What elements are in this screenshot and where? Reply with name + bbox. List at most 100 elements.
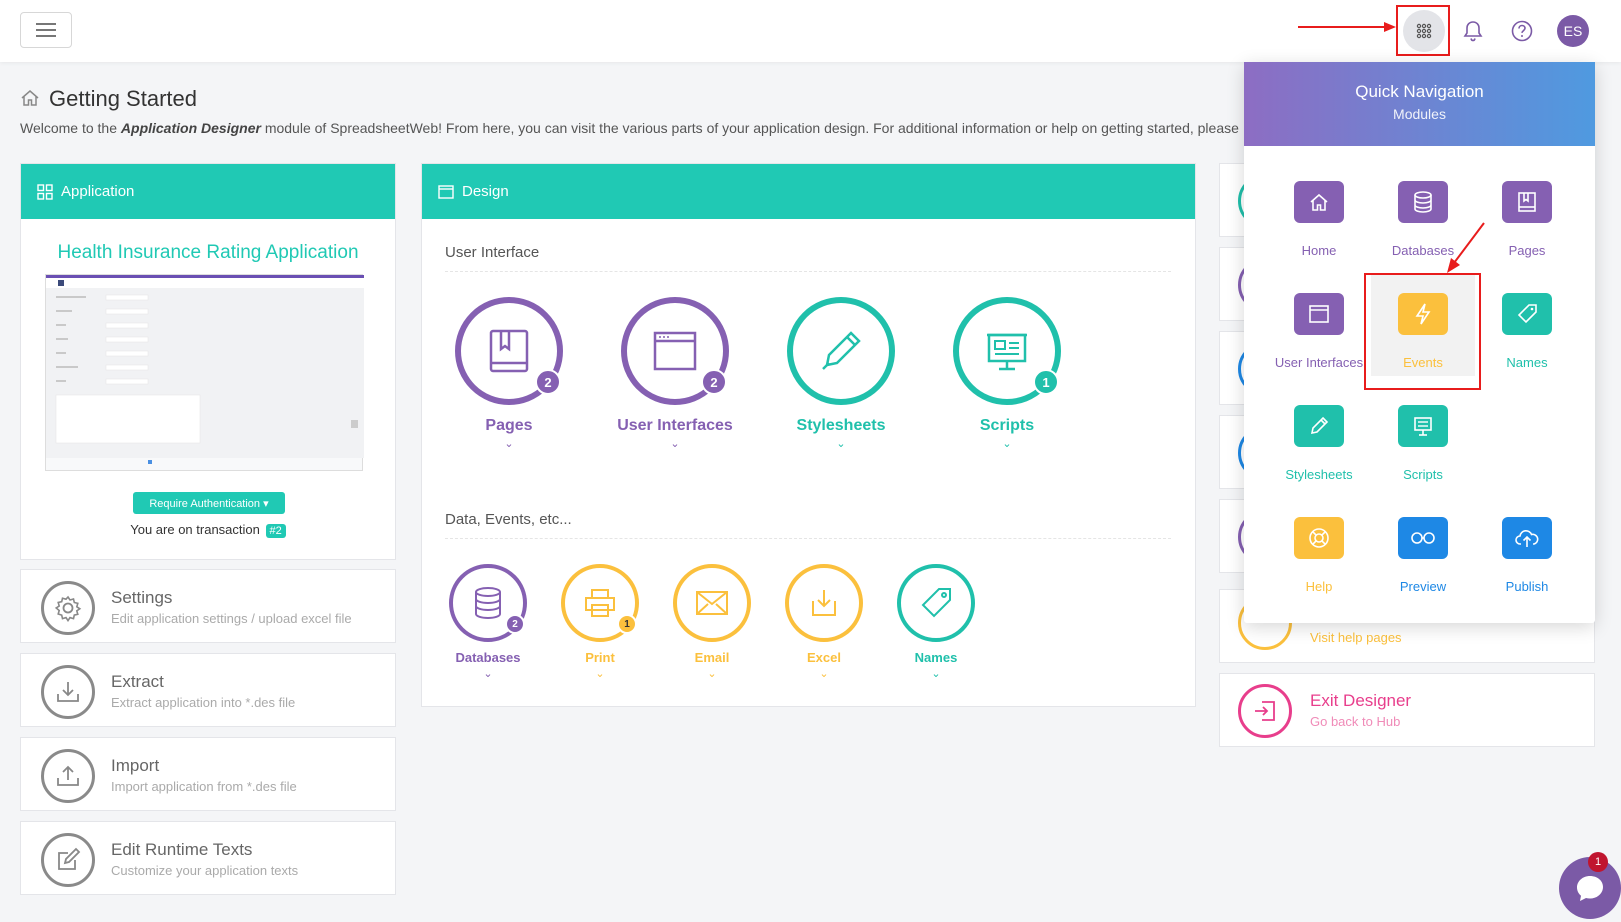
download-tray-icon: [812, 590, 836, 616]
sign-in-icon: [1255, 701, 1275, 721]
qn-preview[interactable]: Preview: [1371, 517, 1475, 594]
qn-home[interactable]: Home: [1267, 181, 1371, 258]
names-label: Names: [914, 650, 958, 665]
database-icon: [475, 587, 501, 620]
stylesheets-circle: [787, 297, 895, 405]
application-card-header: Application: [21, 164, 395, 219]
settings-title: Settings: [111, 588, 173, 607]
quick-navigation-subtitle: Modules: [1393, 106, 1446, 122]
chevron-down-icon[interactable]: ⌄: [433, 667, 543, 680]
qn-pages-label: Pages: [1508, 243, 1546, 258]
exit-designer-subtitle: Go back to Hub: [1310, 714, 1401, 729]
pages-circle: 2: [455, 297, 563, 405]
chevron-down-icon[interactable]: ⌄: [766, 437, 916, 450]
qn-stylesheets[interactable]: Stylesheets: [1267, 405, 1371, 482]
edit-runtime-texts-title: Edit Runtime Texts: [111, 840, 253, 859]
settings-card[interactable]: Settings Edit application settings / upl…: [20, 569, 396, 643]
chat-notification-badge: 1: [1588, 852, 1608, 872]
edit-runtime-texts-subtitle: Customize your application texts: [111, 863, 299, 878]
page-description: Welcome to the Application Designer modu…: [20, 120, 1239, 136]
user-interfaces-label: User Interfaces: [617, 417, 733, 434]
import-card[interactable]: Import Import application from *.des fil…: [20, 737, 396, 811]
scripts-circle: 1: [953, 297, 1061, 405]
envelope-icon: [696, 591, 728, 615]
upload-tray-icon: [57, 765, 79, 786]
chevron-down-icon[interactable]: ⌄: [769, 667, 879, 680]
import-title: Import: [111, 756, 160, 775]
exit-designer-card[interactable]: Exit Designer Go back to Hub: [1219, 673, 1595, 747]
chevron-down-icon[interactable]: ⌄: [545, 667, 655, 680]
transaction-badge: #2: [265, 524, 286, 538]
chevron-down-icon[interactable]: ⌄: [434, 437, 584, 450]
names-circle: [897, 564, 975, 642]
email-label: Email: [694, 650, 730, 665]
pages-badge: 2: [535, 369, 561, 395]
chevron-down-icon[interactable]: ⌄: [881, 667, 991, 680]
design-databases-item[interactable]: 2 Databases ⌄: [433, 564, 543, 680]
book-icon: [489, 329, 529, 373]
design-excel-item[interactable]: Excel ⌄: [769, 564, 879, 680]
extract-icon-circle: [41, 665, 95, 719]
scripts-label: Scripts: [979, 417, 1035, 434]
database-icon: [1414, 191, 1432, 213]
hamburger-icon: [36, 23, 56, 37]
design-stylesheets-item[interactable]: Stylesheets ⌄: [766, 297, 916, 450]
chevron-down-icon[interactable]: ⌄: [657, 667, 767, 680]
design-email-item[interactable]: Email ⌄: [657, 564, 767, 680]
data-events-section-label: Data, Events, etc...: [445, 511, 572, 528]
help-circle-icon: [1511, 20, 1533, 42]
window-icon: [1309, 305, 1329, 323]
settings-icon-circle: [41, 581, 95, 635]
cloud-upload-icon: [1515, 530, 1539, 547]
design-names-item[interactable]: Names ⌄: [881, 564, 991, 680]
pen-icon: [1310, 416, 1329, 435]
design-print-item[interactable]: 1 Print ⌄: [545, 564, 655, 680]
require-authentication-dropdown[interactable]: Require Authentication ▾: [133, 492, 285, 514]
application-name-link[interactable]: Health Insurance Rating Application: [21, 242, 395, 264]
exit-icon-circle: [1238, 684, 1292, 738]
settings-subtitle: Edit application settings / upload excel…: [111, 611, 352, 626]
presentation-icon: [987, 333, 1027, 371]
print-label: Print: [585, 650, 615, 665]
help-subtitle: Visit help pages: [1310, 630, 1402, 645]
user-avatar[interactable]: ES: [1557, 15, 1589, 47]
edit-runtime-icon-circle: [41, 833, 95, 887]
qn-home-label: Home: [1301, 243, 1337, 258]
home-icon: [1310, 193, 1328, 211]
chat-bubble-icon: [1577, 876, 1603, 901]
import-subtitle: Import application from *.des file: [111, 779, 297, 794]
glasses-icon: [1411, 532, 1435, 544]
design-user-interfaces-item[interactable]: 2 User Interfaces ⌄: [600, 297, 750, 450]
menu-toggle-button[interactable]: [20, 12, 72, 48]
notifications-button[interactable]: [1456, 14, 1490, 48]
chevron-down-icon[interactable]: ⌄: [600, 437, 750, 450]
extract-card[interactable]: Extract Extract application into *.des f…: [20, 653, 396, 727]
stylesheets-label: Stylesheets: [796, 417, 886, 434]
qn-publish-label: Publish: [1505, 579, 1549, 594]
print-badge: 1: [617, 614, 637, 634]
transaction-info: You are on transaction #2: [21, 522, 395, 538]
design-pages-item[interactable]: 2 Pages ⌄: [434, 297, 584, 450]
qn-pages[interactable]: Pages: [1475, 181, 1579, 258]
qn-publish[interactable]: Publish: [1475, 517, 1579, 594]
grid-icon: [37, 183, 53, 200]
home-icon: [21, 90, 39, 106]
quick-navigation-title: Quick Navigation: [1355, 82, 1484, 101]
qn-user-interfaces[interactable]: User Interfaces: [1267, 293, 1371, 370]
pen-icon: [822, 331, 861, 370]
design-card: Design User Interface 2 Pages ⌄ 2 User I…: [421, 163, 1196, 707]
qn-stylesheets-label: Stylesheets: [1285, 467, 1353, 482]
edit-runtime-texts-card[interactable]: Edit Runtime Texts Customize your applic…: [20, 821, 396, 895]
window-icon: [653, 331, 697, 371]
help-button[interactable]: [1505, 14, 1539, 48]
book-icon: [1518, 192, 1536, 212]
databases-label: Databases: [455, 650, 521, 665]
edit-icon: [58, 847, 81, 870]
qn-help[interactable]: Help: [1267, 517, 1371, 594]
qn-scripts[interactable]: Scripts: [1371, 405, 1475, 482]
application-card-title: Application: [61, 183, 135, 200]
chevron-down-icon[interactable]: ⌄: [932, 437, 1082, 450]
design-scripts-item[interactable]: 1 Scripts ⌄: [932, 297, 1082, 450]
application-preview-thumbnail[interactable]: [45, 274, 364, 471]
qn-names[interactable]: Names: [1475, 293, 1579, 370]
